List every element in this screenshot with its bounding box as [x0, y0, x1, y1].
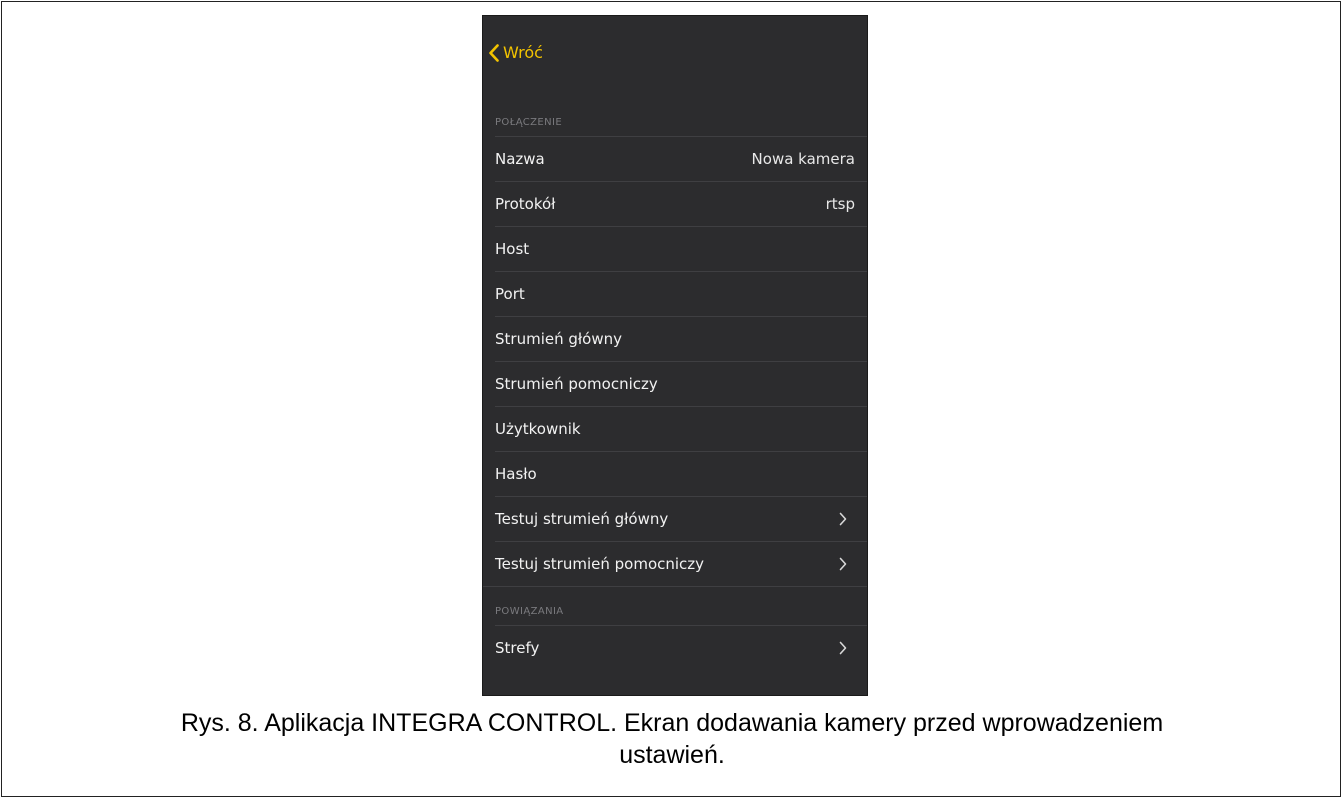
- row-main-stream[interactable]: Strumień główny: [483, 316, 867, 361]
- row-user-label: Użytkownik: [495, 419, 581, 438]
- chevron-right-icon: [839, 641, 847, 655]
- row-protocol[interactable]: Protokół rtsp: [483, 181, 867, 226]
- section-header-bindings-label: POWIĄZANIA: [495, 606, 564, 617]
- camera-settings-screen: Wróć POŁĄCZENIE Nazwa Nowa kamera Protok…: [482, 15, 868, 696]
- row-test-main-stream[interactable]: Testuj strumień główny: [483, 496, 867, 541]
- section-header-bindings: POWIĄZANIA: [483, 587, 867, 625]
- row-sub-stream[interactable]: Strumień pomocniczy: [483, 361, 867, 406]
- row-test-sub-stream[interactable]: Testuj strumień pomocniczy: [483, 541, 867, 586]
- figure-caption-line-2: ustawień.: [619, 741, 725, 769]
- figure-caption-line-1: Rys. 8. Aplikacja INTEGRA CONTROL. Ekran…: [180, 709, 1164, 737]
- row-test-sub-stream-label: Testuj strumień pomocniczy: [495, 554, 705, 573]
- figure-caption: Rys. 8. Aplikacja INTEGRA CONTROL. Ekran…: [0, 707, 1344, 771]
- row-protocol-label: Protokół: [495, 194, 556, 213]
- section-header-connection: POŁĄCZENIE: [483, 98, 867, 136]
- navigation-bar: Wróć: [483, 16, 867, 98]
- chevron-left-icon: [488, 43, 503, 62]
- row-password[interactable]: Hasło: [483, 451, 867, 496]
- row-main-stream-label: Strumień główny: [495, 329, 622, 348]
- row-zones-label: Strefy: [495, 638, 540, 657]
- row-port[interactable]: Port: [483, 271, 867, 316]
- row-zones[interactable]: Strefy: [483, 625, 867, 670]
- row-user[interactable]: Użytkownik: [483, 406, 867, 451]
- row-host[interactable]: Host: [483, 226, 867, 271]
- row-test-main-stream-label: Testuj strumień główny: [495, 509, 669, 528]
- row-name-value: Nowa kamera: [751, 149, 855, 168]
- row-protocol-value: rtsp: [825, 194, 855, 213]
- row-sub-stream-label: Strumień pomocniczy: [495, 374, 658, 393]
- row-host-label: Host: [495, 239, 530, 258]
- back-label: Wróć: [503, 43, 543, 62]
- chevron-right-icon: [839, 512, 847, 526]
- back-button[interactable]: Wróć: [488, 43, 543, 62]
- section-header-connection-label: POŁĄCZENIE: [495, 117, 563, 128]
- chevron-right-icon: [839, 557, 847, 571]
- row-port-label: Port: [495, 284, 525, 303]
- row-password-label: Hasło: [495, 464, 537, 483]
- row-name[interactable]: Nazwa Nowa kamera: [483, 136, 867, 181]
- row-name-label: Nazwa: [495, 149, 545, 168]
